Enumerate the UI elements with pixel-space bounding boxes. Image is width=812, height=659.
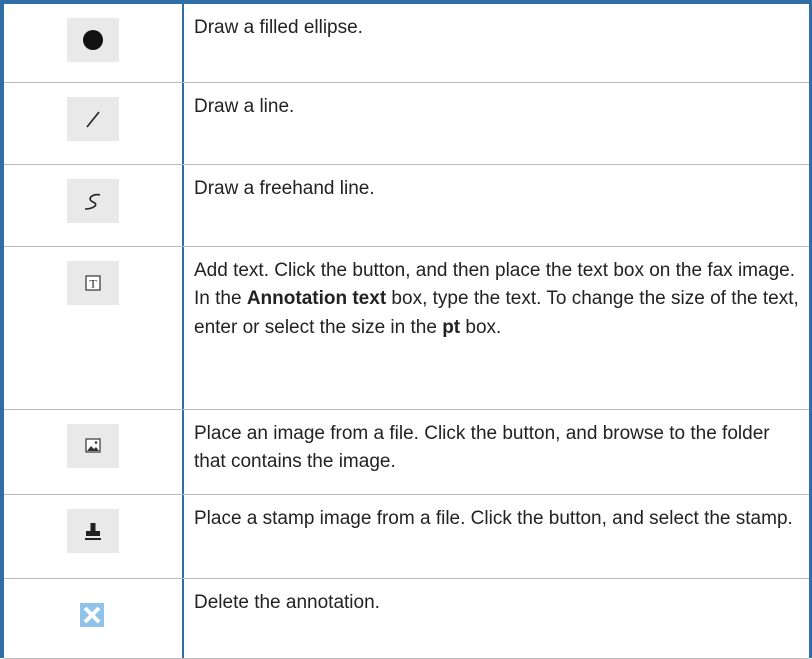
description-cell: Draw a filled ellipse. [182, 4, 809, 83]
icon-cell [4, 494, 182, 579]
icon-cell [4, 409, 182, 495]
table-row: T Add text. Click the button, and then p… [4, 246, 809, 410]
image-icon[interactable] [67, 423, 119, 468]
annotation-tools-table: Draw a filled ellipse. Draw a line. Draw… [4, 4, 809, 659]
svg-text:T: T [89, 276, 97, 290]
table-row: Place a stamp image from a file. Click t… [4, 494, 809, 579]
table-row: Delete the annotation. [4, 578, 809, 659]
table-frame: Draw a filled ellipse. Draw a line. Draw… [0, 0, 812, 659]
description-text: box. [460, 316, 502, 338]
pt-term: pt [442, 316, 461, 338]
line-icon[interactable] [67, 96, 119, 141]
icon-cell [4, 4, 182, 83]
text-box-icon[interactable]: T [67, 260, 119, 305]
icon-cell: T [4, 246, 182, 410]
table-row: Draw a line. [4, 82, 809, 165]
filled-ellipse-icon[interactable] [67, 18, 119, 62]
icon-cell [4, 578, 182, 659]
delete-icon[interactable] [67, 592, 119, 637]
freehand-line-icon[interactable] [67, 178, 119, 223]
description-cell: Add text. Click the button, and then pla… [182, 246, 809, 410]
description-cell: Draw a freehand line. [182, 164, 809, 247]
description-cell: Draw a line. [182, 82, 809, 165]
stamp-icon[interactable] [67, 508, 119, 553]
description-cell: Place a stamp image from a file. Click t… [182, 494, 809, 579]
annotation-text-term: Annotation text [246, 288, 387, 309]
description-cell: Delete the annotation. [182, 578, 809, 659]
table-row: Draw a filled ellipse. [4, 4, 809, 83]
table-row: Place an image from a file. Click the bu… [4, 409, 809, 495]
icon-cell [4, 82, 182, 165]
icon-cell [4, 164, 182, 247]
table-row: Draw a freehand line. [4, 164, 809, 247]
description-cell: Place an image from a file. Click the bu… [182, 409, 809, 495]
